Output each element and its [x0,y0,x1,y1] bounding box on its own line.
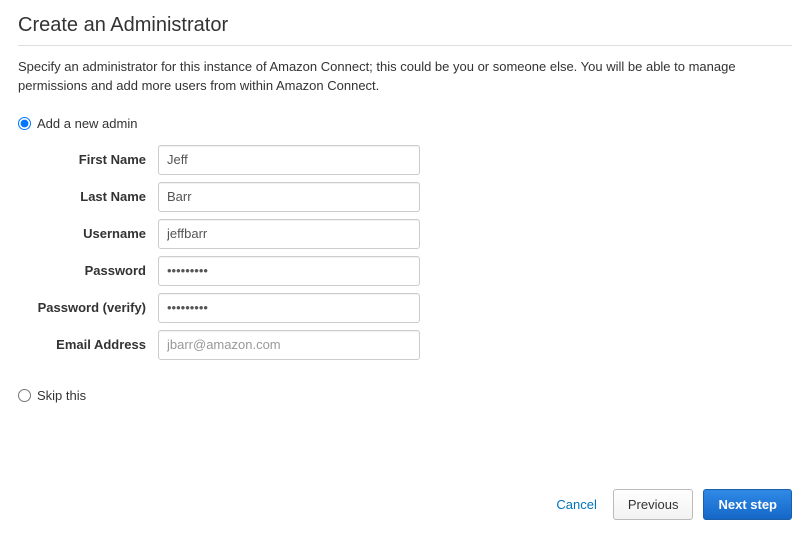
radio-add-admin-row[interactable]: Add a new admin [18,116,792,131]
password-input[interactable] [158,256,420,286]
password-verify-row: Password (verify) [28,293,792,323]
first-name-row: First Name [28,145,792,175]
email-input[interactable] [158,330,420,360]
admin-setup-panel: Create an Administrator Specify an admin… [0,0,810,534]
username-label: Username [28,226,158,241]
password-label: Password [28,263,158,278]
username-input[interactable] [158,219,420,249]
last-name-label: Last Name [28,189,158,204]
radio-add-admin[interactable] [18,117,31,130]
last-name-row: Last Name [28,182,792,212]
radio-skip-label: Skip this [37,388,86,403]
email-row: Email Address [28,330,792,360]
admin-form: First Name Last Name Username Password P… [28,145,792,360]
last-name-input[interactable] [158,182,420,212]
password-verify-label: Password (verify) [28,300,158,315]
password-row: Password [28,256,792,286]
next-step-button[interactable]: Next step [703,489,792,520]
radio-skip[interactable] [18,389,31,402]
radio-skip-row[interactable]: Skip this [18,388,792,403]
password-verify-input[interactable] [158,293,420,323]
first-name-input[interactable] [158,145,420,175]
radio-add-admin-label: Add a new admin [37,116,137,131]
cancel-button[interactable]: Cancel [550,490,602,519]
footer-buttons: Cancel Previous Next step [550,489,792,520]
previous-button[interactable]: Previous [613,489,694,520]
username-row: Username [28,219,792,249]
page-title: Create an Administrator [18,14,792,46]
email-label: Email Address [28,337,158,352]
first-name-label: First Name [28,152,158,167]
page-description: Specify an administrator for this instan… [18,58,792,96]
